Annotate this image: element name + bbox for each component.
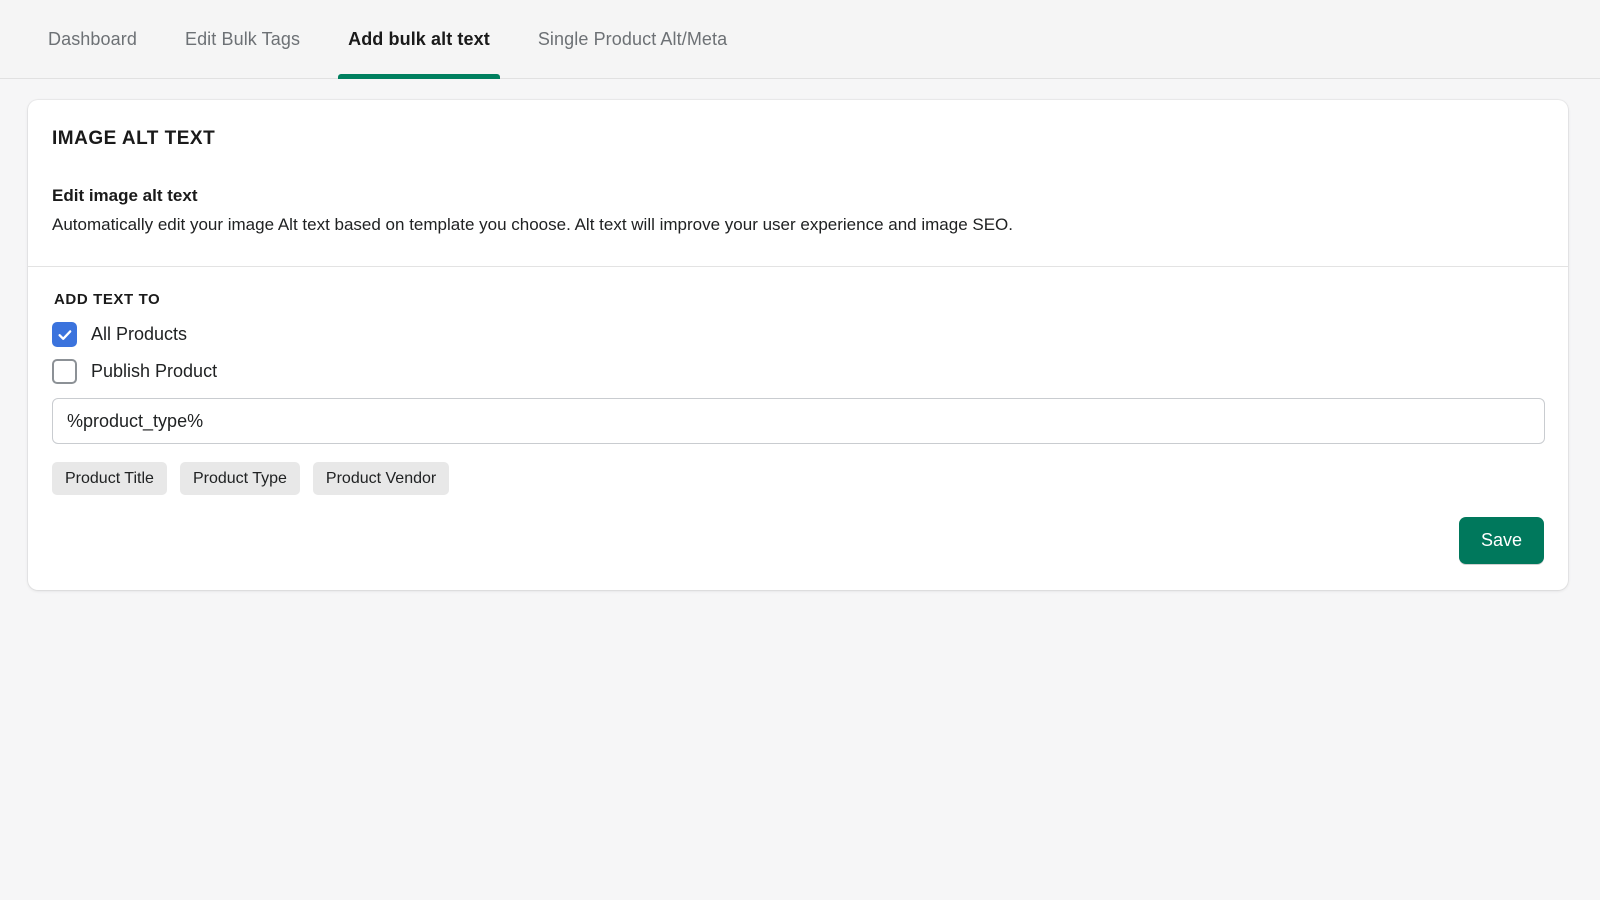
section-description: Automatically edit your image Alt text b…: [52, 215, 1013, 234]
save-button[interactable]: Save: [1458, 517, 1544, 565]
add-text-to-label: ADD TEXT TO: [54, 291, 161, 309]
tab-edit-bulk-tags[interactable]: Edit Bulk Tags: [161, 0, 324, 79]
checkbox-row-all-products[interactable]: All Products: [52, 322, 188, 348]
section-subtitle: Edit image alt text: [52, 186, 198, 205]
card-form-section: ADD TEXT TO All Products Publish Product: [28, 267, 1568, 590]
token-button-product-vendor[interactable]: Product Vendor: [312, 462, 450, 496]
check-icon: [57, 329, 71, 340]
tab-label: Edit Bulk Tags: [184, 29, 301, 49]
page-body: IMAGE ALT TEXT Edit image alt text Autom…: [0, 79, 1600, 591]
tab-single-product-alt-meta[interactable]: Single Product Alt/Meta: [514, 0, 751, 79]
checkbox-row-publish-product[interactable]: Publish Product: [52, 359, 218, 385]
image-alt-text-card: IMAGE ALT TEXT Edit image alt text Autom…: [28, 100, 1568, 591]
tab-active-underline: [338, 74, 500, 79]
checkbox-publish-product[interactable]: [52, 359, 77, 385]
checkbox-label: Publish Product: [91, 361, 218, 382]
card-header-section: IMAGE ALT TEXT Edit image alt text Autom…: [28, 100, 1568, 266]
alt-text-template-input[interactable]: [67, 410, 1530, 432]
tab-add-bulk-alt-text[interactable]: Add bulk alt text: [324, 0, 514, 79]
tab-label: Single Product Alt/Meta: [537, 29, 728, 49]
tab-bar: Dashboard Edit Bulk Tags Add bulk alt te…: [0, 0, 1600, 79]
tab-label: Dashboard: [48, 29, 137, 49]
save-row: Save: [52, 517, 1544, 565]
checkbox-all-products[interactable]: [52, 322, 77, 348]
page-title: IMAGE ALT TEXT: [52, 128, 216, 149]
template-token-buttons: Product Title Product Type Product Vendo…: [52, 462, 1544, 496]
tab-label: Add bulk alt text: [348, 29, 490, 49]
checkbox-label: All Products: [91, 324, 188, 345]
tab-dashboard[interactable]: Dashboard: [24, 0, 161, 79]
alt-text-template-field[interactable]: [52, 398, 1545, 445]
token-button-product-type[interactable]: Product Type: [179, 462, 300, 496]
token-button-product-title[interactable]: Product Title: [52, 462, 167, 496]
